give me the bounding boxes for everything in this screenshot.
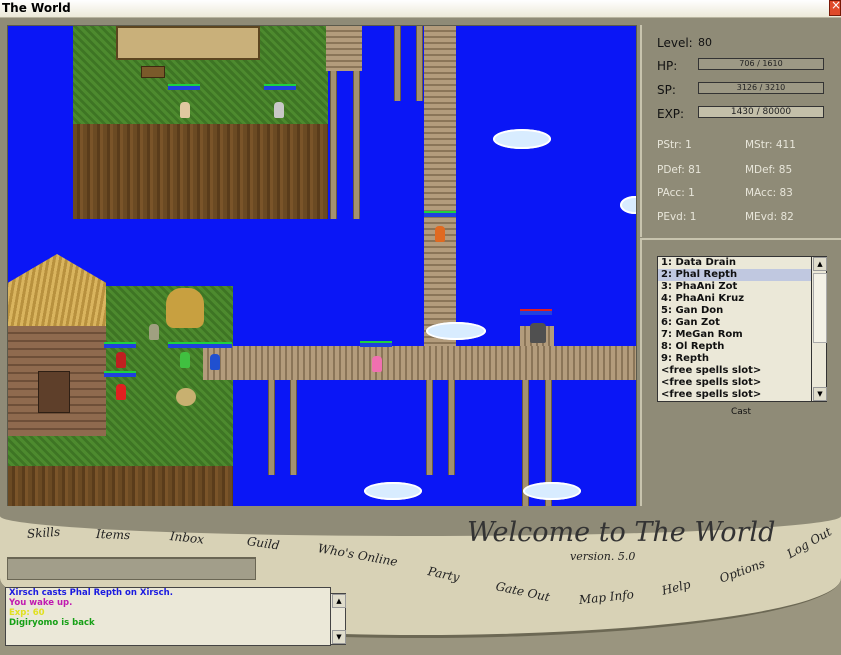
enemy-creature[interactable] xyxy=(530,323,546,343)
chat-line: Digiryomo is back xyxy=(9,618,95,628)
cloud xyxy=(364,482,422,500)
player-character[interactable] xyxy=(180,352,190,368)
player-character[interactable] xyxy=(180,102,190,118)
scroll-down-icon[interactable]: ▼ xyxy=(332,630,346,644)
bridge-post xyxy=(290,380,297,475)
hp-bar xyxy=(104,371,136,377)
stats-panel: Level: 80 HP: 706 / 1610 SP: 3126 / 3210… xyxy=(640,25,841,237)
mdef-stat: MDef: 85 xyxy=(745,164,793,176)
spell-item[interactable]: <free spells slot> xyxy=(658,389,812,401)
spell-panel: 1: Data Drain 2: Phal Repth 3: PhaAni Zot 4… xyxy=(640,238,841,508)
cloud xyxy=(523,482,581,500)
horizontal-bridge xyxy=(203,346,636,380)
close-icon[interactable] xyxy=(829,0,841,16)
spell-item[interactable]: 3: PhaAni Zot xyxy=(658,281,812,293)
player-character[interactable] xyxy=(116,352,126,368)
player-character[interactable] xyxy=(435,226,445,242)
village-cliff xyxy=(8,466,233,507)
macc-stat: MAcc: 83 xyxy=(745,187,793,199)
hp-bar: 706 / 1610 xyxy=(698,58,824,70)
mevd-stat: MEvd: 82 xyxy=(745,211,794,223)
title-bar: The World xyxy=(0,0,841,18)
spell-item[interactable]: 4: PhaAni Kruz xyxy=(658,293,812,305)
exp-bar: 1430 / 80000 xyxy=(698,106,824,118)
game-viewport[interactable] xyxy=(7,25,637,508)
bridge-post xyxy=(448,380,455,475)
pier-post xyxy=(416,26,423,101)
pacc-stat: PAcc: 1 xyxy=(657,187,695,199)
hp-label: HP: xyxy=(657,59,678,73)
golden-monster[interactable] xyxy=(166,288,204,328)
pier-post xyxy=(353,71,360,219)
bridge-post xyxy=(268,380,275,475)
player-character[interactable] xyxy=(116,384,126,400)
cloud xyxy=(493,129,551,149)
pdef-stat: PDef: 81 xyxy=(657,164,702,176)
spell-scrollbar[interactable]: ▲ ▼ xyxy=(811,256,827,402)
sp-bar: 3126 / 3210 xyxy=(698,82,824,94)
scroll-down-icon[interactable]: ▼ xyxy=(813,387,827,401)
chat-input[interactable] xyxy=(7,557,256,580)
spell-item[interactable]: 2: Phal Repth xyxy=(658,269,812,281)
chat-line: Exp: 60 xyxy=(9,608,45,618)
hp-bar xyxy=(168,84,200,90)
spell-item[interactable]: 1: Data Drain xyxy=(658,257,812,269)
cloud xyxy=(620,196,636,214)
cast-button[interactable]: Cast xyxy=(731,407,751,417)
spell-list[interactable]: 1: Data Drain 2: Phal Repth 3: PhaAni Zot 4… xyxy=(657,256,813,402)
hay-bale xyxy=(176,388,196,406)
mstr-stat: MStr: 411 xyxy=(745,139,796,151)
player-character[interactable] xyxy=(149,324,159,340)
chat-log: Xirsch casts Phal Repth on Xirsch. You wa… xyxy=(5,587,331,646)
spell-item[interactable]: <free spells slot> xyxy=(658,377,812,389)
pier-post xyxy=(394,26,401,101)
hp-bar xyxy=(168,342,200,348)
player-character[interactable] xyxy=(274,102,284,118)
chat-line: You wake up. xyxy=(9,598,73,608)
hp-bar xyxy=(520,309,552,315)
spell-item[interactable]: 6: Gan Zot xyxy=(658,317,812,329)
level-label: Level: xyxy=(657,36,693,50)
chat-line: Xirsch casts Phal Repth on Xirsch. xyxy=(9,588,173,598)
pevd-stat: PEvd: 1 xyxy=(657,211,697,223)
thatched-roof xyxy=(8,254,106,326)
spell-item[interactable]: <free spells slot> xyxy=(658,365,812,377)
welcome-banner: Welcome to The World xyxy=(467,517,776,548)
top-island-cliff xyxy=(73,124,328,219)
hp-bar xyxy=(200,342,232,348)
hp-bar xyxy=(424,211,456,217)
sp-label: SP: xyxy=(657,83,676,97)
level-value: 80 xyxy=(698,36,712,49)
cloud xyxy=(426,322,486,340)
scroll-up-icon[interactable]: ▲ xyxy=(813,257,827,271)
spell-item[interactable]: 9: Repth xyxy=(658,353,812,365)
player-character[interactable] xyxy=(372,356,382,372)
menu-items[interactable]: Items xyxy=(96,527,131,542)
bridge-post xyxy=(426,380,433,475)
top-building xyxy=(116,26,260,60)
top-pier xyxy=(326,26,362,71)
spell-item[interactable]: 8: Ol Repth xyxy=(658,341,812,353)
vertical-bridge xyxy=(424,26,456,346)
signpost xyxy=(141,66,165,78)
spell-item[interactable]: 5: Gan Don xyxy=(658,305,812,317)
pier-post xyxy=(330,71,337,219)
window-title: The World xyxy=(2,1,71,15)
menu-skills[interactable]: Skills xyxy=(27,525,61,541)
spell-item[interactable]: 7: MeGan Rom xyxy=(658,329,812,341)
scroll-thumb[interactable] xyxy=(813,273,827,343)
hp-bar xyxy=(264,84,296,90)
hp-bar xyxy=(104,342,136,348)
chat-scrollbar[interactable]: ▲ ▼ xyxy=(330,593,346,645)
exp-label: EXP: xyxy=(657,107,685,121)
version-text: version. 5.0 xyxy=(570,550,636,563)
hut-door xyxy=(38,371,70,413)
pstr-stat: PStr: 1 xyxy=(657,139,692,151)
hp-bar xyxy=(360,341,392,347)
scroll-up-icon[interactable]: ▲ xyxy=(332,594,346,608)
player-character[interactable] xyxy=(210,354,220,370)
